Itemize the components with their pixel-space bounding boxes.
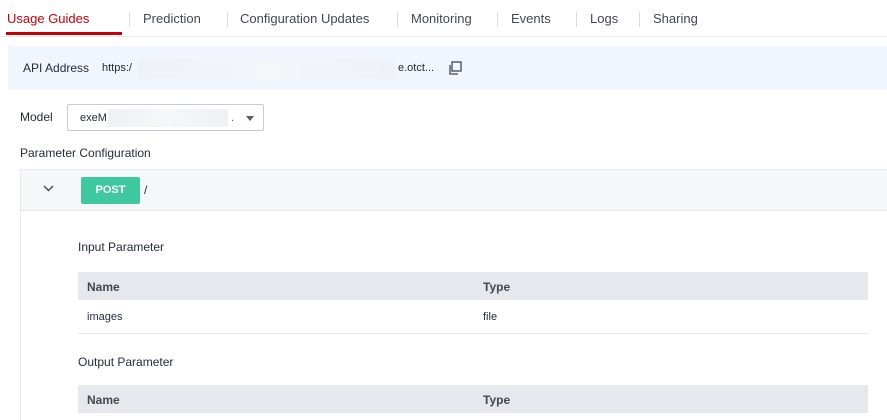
column-header-name: Name <box>87 393 120 407</box>
tab-configuration-updates[interactable]: Configuration Updates <box>240 11 369 26</box>
post-method-badge: POST <box>81 177 140 204</box>
tab-prediction[interactable]: Prediction <box>143 11 201 26</box>
param-type-cell: file <box>483 311 498 323</box>
model-label: Model <box>20 110 53 124</box>
tab-sharing[interactable]: Sharing <box>653 11 698 26</box>
api-url-suffix: e.otct... <box>398 62 435 74</box>
copy-icon[interactable] <box>448 61 462 75</box>
tab-separator <box>397 12 398 27</box>
column-header-type: Type <box>483 393 511 407</box>
param-name-cell: images <box>87 311 123 323</box>
api-address-bar: API Address https:/ e.otct... <box>8 46 887 90</box>
api-url-prefix: https:/ <box>102 62 132 74</box>
chevron-down-icon[interactable] <box>43 185 54 192</box>
active-tab-indicator <box>6 32 122 35</box>
model-value-prefix: exeM <box>80 112 107 124</box>
input-parameter-title: Input Parameter <box>78 240 165 254</box>
tab-separator <box>576 12 577 27</box>
caret-down-icon <box>246 116 254 121</box>
tab-separator <box>129 12 130 27</box>
tab-bar: Usage Guides Prediction Configuration Up… <box>0 0 887 37</box>
api-address-label: API Address <box>23 61 90 75</box>
endpoint-header[interactable]: POST / <box>21 170 887 211</box>
parameter-configuration-label: Parameter Configuration <box>20 146 151 160</box>
endpoint-path: / <box>144 183 148 197</box>
table-header: Name Type <box>78 385 868 413</box>
tab-separator <box>497 12 498 27</box>
endpoint-panel: POST / Input Parameter Name Type images … <box>20 169 887 420</box>
tab-usage-guides[interactable]: Usage Guides <box>7 11 89 26</box>
redacted-url-mask <box>138 59 395 79</box>
table-row: images file <box>78 300 868 334</box>
model-select[interactable]: exeM . <box>67 104 264 131</box>
tab-monitoring[interactable]: Monitoring <box>411 11 472 26</box>
tab-separator <box>227 12 228 27</box>
model-value-suffix: . <box>231 112 235 124</box>
column-header-name: Name <box>87 280 120 294</box>
tab-events[interactable]: Events <box>511 11 551 26</box>
tab-separator <box>639 12 640 27</box>
table-header: Name Type <box>78 272 868 300</box>
output-parameter-title: Output Parameter <box>78 355 174 369</box>
tab-logs[interactable]: Logs <box>590 11 618 26</box>
redacted-model-mask <box>108 109 228 127</box>
column-header-type: Type <box>483 280 511 294</box>
